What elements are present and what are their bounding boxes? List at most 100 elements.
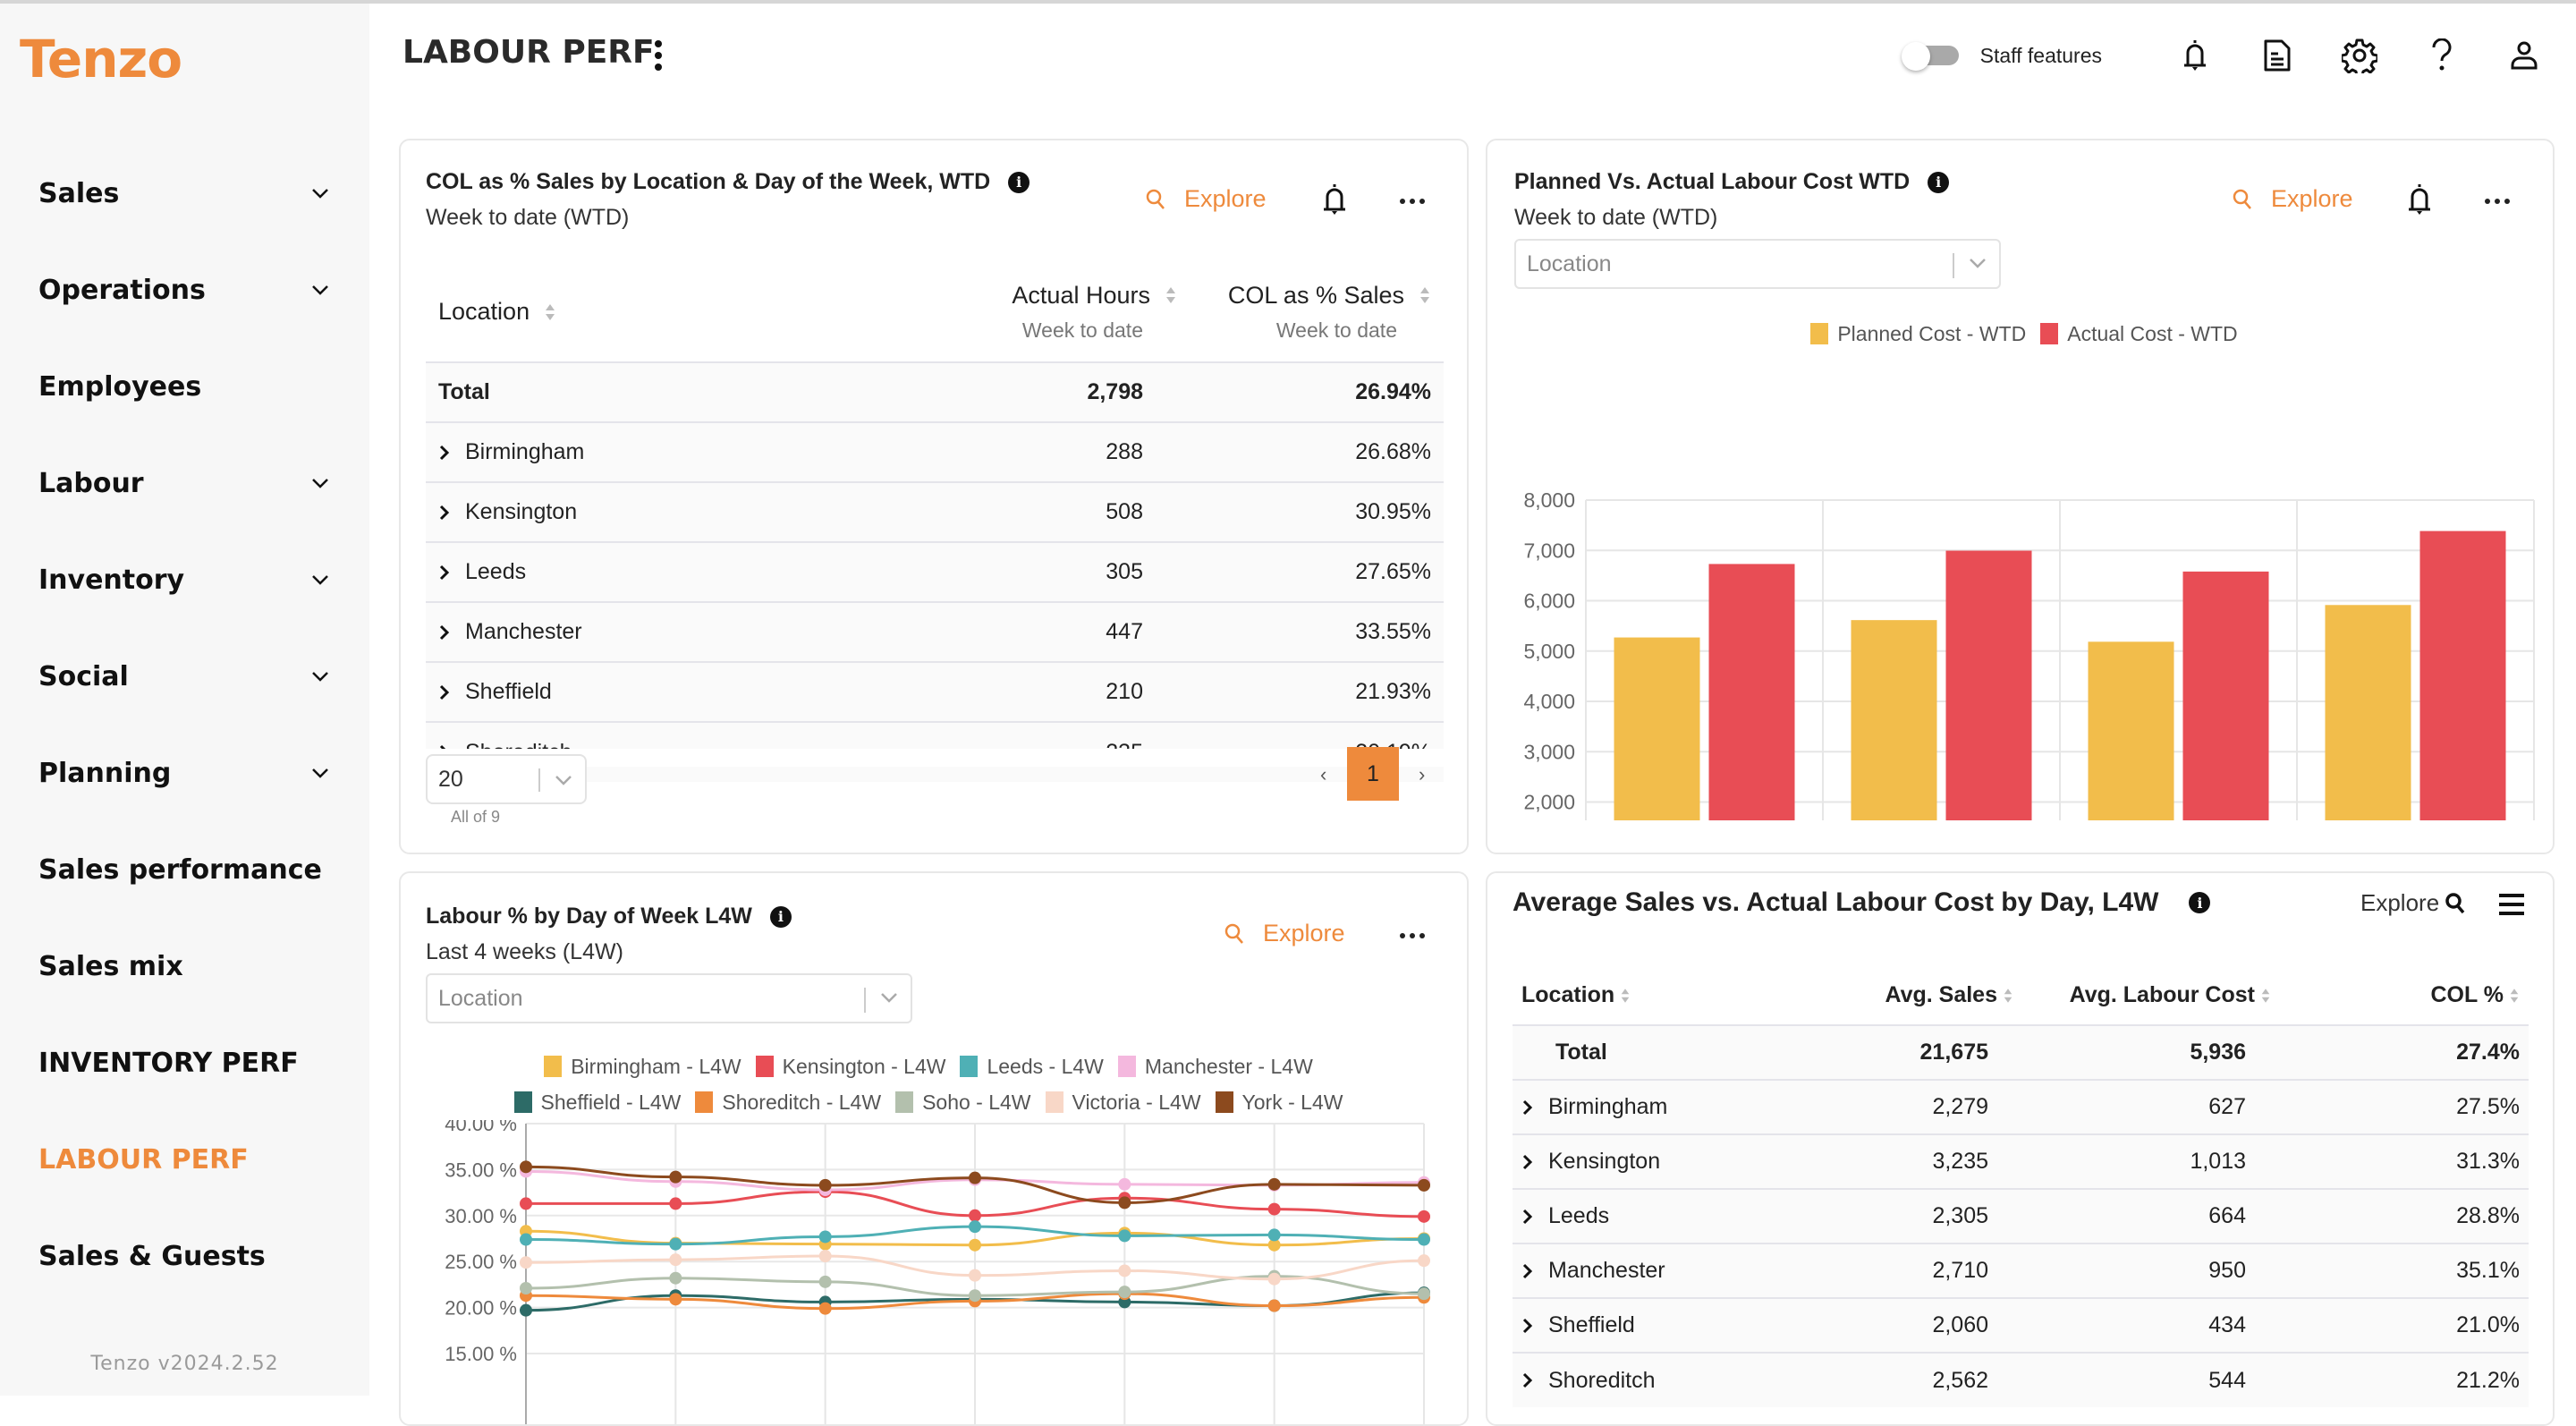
legend-item[interactable]: York - L4W <box>1215 1084 1343 1120</box>
data-point[interactable] <box>818 1230 832 1244</box>
data-point[interactable] <box>669 1170 682 1184</box>
data-point[interactable] <box>1267 1299 1281 1312</box>
data-point[interactable] <box>669 1197 682 1210</box>
column-header-avg-labour-cost[interactable]: Avg. Labour Cost <box>2013 966 2271 1025</box>
legend-item[interactable]: Leeds - L4W <box>960 1048 1104 1084</box>
data-point[interactable] <box>1118 1229 1131 1243</box>
data-point[interactable] <box>520 1256 532 1269</box>
legend-item[interactable]: Birmingham - L4W <box>544 1048 741 1084</box>
explore-button[interactable]: Explore <box>1145 185 1267 213</box>
explore-button[interactable]: Explore <box>2232 185 2353 213</box>
data-point[interactable] <box>520 1282 532 1295</box>
bar-planned[interactable] <box>2325 605 2411 820</box>
data-point[interactable] <box>1267 1202 1281 1216</box>
data-point[interactable] <box>669 1271 682 1285</box>
data-point[interactable] <box>520 1197 532 1210</box>
sidebar-item-sales-guests[interactable]: Sales & Guests <box>0 1208 369 1304</box>
help-icon[interactable] <box>2422 36 2462 75</box>
chevron-right-icon[interactable] <box>438 624 451 641</box>
data-point[interactable] <box>1267 1177 1281 1191</box>
sidebar-item-social[interactable]: Social <box>0 628 369 725</box>
chevron-right-icon[interactable] <box>1521 1099 1534 1116</box>
legend-item[interactable]: Victoria - L4W <box>1045 1084 1201 1120</box>
data-point[interactable] <box>969 1220 981 1234</box>
legend-item[interactable]: Sheffield - L4W <box>513 1084 681 1120</box>
chevron-right-icon[interactable] <box>438 504 451 522</box>
data-point[interactable] <box>520 1160 532 1174</box>
bar-actual[interactable] <box>2419 531 2506 820</box>
column-header-location[interactable]: Location <box>1513 966 1835 1025</box>
bar-planned[interactable] <box>2088 641 2174 820</box>
data-point[interactable] <box>969 1269 981 1282</box>
table-row[interactable]: Leeds 305 27.65% <box>426 541 1444 602</box>
legend-item[interactable]: Kensington - L4W <box>755 1048 945 1084</box>
sidebar-item-sales-performance[interactable]: Sales performance <box>0 821 369 918</box>
sidebar-item-labour-perf[interactable]: LABOUR PERF <box>0 1111 369 1208</box>
chevron-right-icon[interactable] <box>1521 1262 1534 1280</box>
legend-item[interactable]: Soho - L4W <box>895 1084 1031 1120</box>
alert-bell-icon[interactable] <box>1320 182 1349 217</box>
gear-icon[interactable] <box>2340 36 2379 75</box>
staff-features-toggle[interactable] <box>1901 42 1961 71</box>
data-point[interactable] <box>520 1303 532 1317</box>
bar-planned[interactable] <box>1614 637 1700 820</box>
data-point[interactable] <box>669 1237 682 1251</box>
table-row[interactable]: Shoreditch 2,562 544 21.2% <box>1513 1352 2529 1407</box>
bell-icon[interactable] <box>2175 36 2215 75</box>
info-icon[interactable]: i <box>1928 171 1950 193</box>
table-row[interactable]: Kensington 3,235 1,013 31.3% <box>1513 1133 2529 1189</box>
chevron-right-icon[interactable] <box>438 683 451 701</box>
data-point[interactable] <box>1418 1254 1430 1268</box>
table-row[interactable]: Manchester 2,710 950 35.1% <box>1513 1243 2529 1298</box>
page-1-button[interactable]: 1 <box>1347 747 1399 801</box>
data-point[interactable] <box>669 1253 682 1267</box>
page-size-select[interactable]: 20 <box>426 754 587 804</box>
more-options-icon[interactable] <box>2484 197 2511 206</box>
data-point[interactable] <box>1418 1233 1430 1246</box>
bar-planned[interactable] <box>1851 620 1937 820</box>
explore-button[interactable]: Explore <box>1224 920 1345 947</box>
table-row[interactable]: Leeds 2,305 664 28.8% <box>1513 1188 2529 1244</box>
sidebar-item-planning[interactable]: Planning <box>0 725 369 821</box>
data-point[interactable] <box>969 1171 981 1184</box>
info-icon[interactable]: i <box>2189 892 2211 913</box>
data-point[interactable] <box>520 1233 532 1246</box>
location-filter[interactable]: Location <box>1514 239 2001 289</box>
column-header-col-sales[interactable]: COL as % Sales Week to date <box>1177 262 1444 362</box>
info-icon[interactable]: i <box>769 905 792 928</box>
sidebar-item-inventory-perf[interactable]: INVENTORY PERF <box>0 1014 369 1111</box>
info-icon[interactable]: i <box>1008 171 1030 193</box>
location-filter[interactable]: Location <box>426 973 912 1023</box>
menu-icon[interactable] <box>2498 893 2525 916</box>
brand-logo[interactable]: Tenzo <box>20 29 182 89</box>
chevron-right-icon[interactable] <box>1521 1208 1534 1226</box>
data-point[interactable] <box>1418 1178 1430 1192</box>
sidebar-item-operations[interactable]: Operations <box>0 242 369 338</box>
data-point[interactable] <box>1267 1228 1281 1242</box>
table-row[interactable]: Kensington 508 30.95% <box>426 481 1444 542</box>
data-point[interactable] <box>969 1238 981 1252</box>
chevron-right-icon[interactable] <box>438 444 451 462</box>
sidebar-item-sales[interactable]: Sales <box>0 145 369 242</box>
more-options-icon[interactable] <box>1399 197 1426 206</box>
data-point[interactable] <box>1118 1264 1131 1277</box>
chevron-right-icon[interactable] <box>438 564 451 581</box>
user-icon[interactable] <box>2504 36 2544 75</box>
data-point[interactable] <box>1118 1196 1131 1210</box>
data-point[interactable] <box>818 1302 832 1315</box>
data-point[interactable] <box>818 1275 832 1288</box>
table-row[interactable]: Manchester 447 33.55% <box>426 601 1444 662</box>
page-menu-icon[interactable] <box>649 39 667 72</box>
bar-actual[interactable] <box>2182 571 2269 820</box>
data-point[interactable] <box>1118 1177 1131 1191</box>
table-row[interactable]: Sheffield 2,060 434 21.0% <box>1513 1297 2529 1353</box>
prev-page-button[interactable]: ‹ <box>1320 763 1326 786</box>
chevron-right-icon[interactable] <box>1521 1371 1534 1389</box>
sidebar-item-sales-mix[interactable]: Sales mix <box>0 918 369 1014</box>
legend-item[interactable]: Manchester - L4W <box>1117 1048 1313 1084</box>
bar-actual[interactable] <box>1708 564 1795 820</box>
data-point[interactable] <box>1418 1287 1430 1301</box>
table-row[interactable]: Birmingham 2,279 627 27.5% <box>1513 1079 2529 1134</box>
data-point[interactable] <box>969 1209 981 1222</box>
sidebar-item-employees[interactable]: Employees <box>0 338 369 435</box>
